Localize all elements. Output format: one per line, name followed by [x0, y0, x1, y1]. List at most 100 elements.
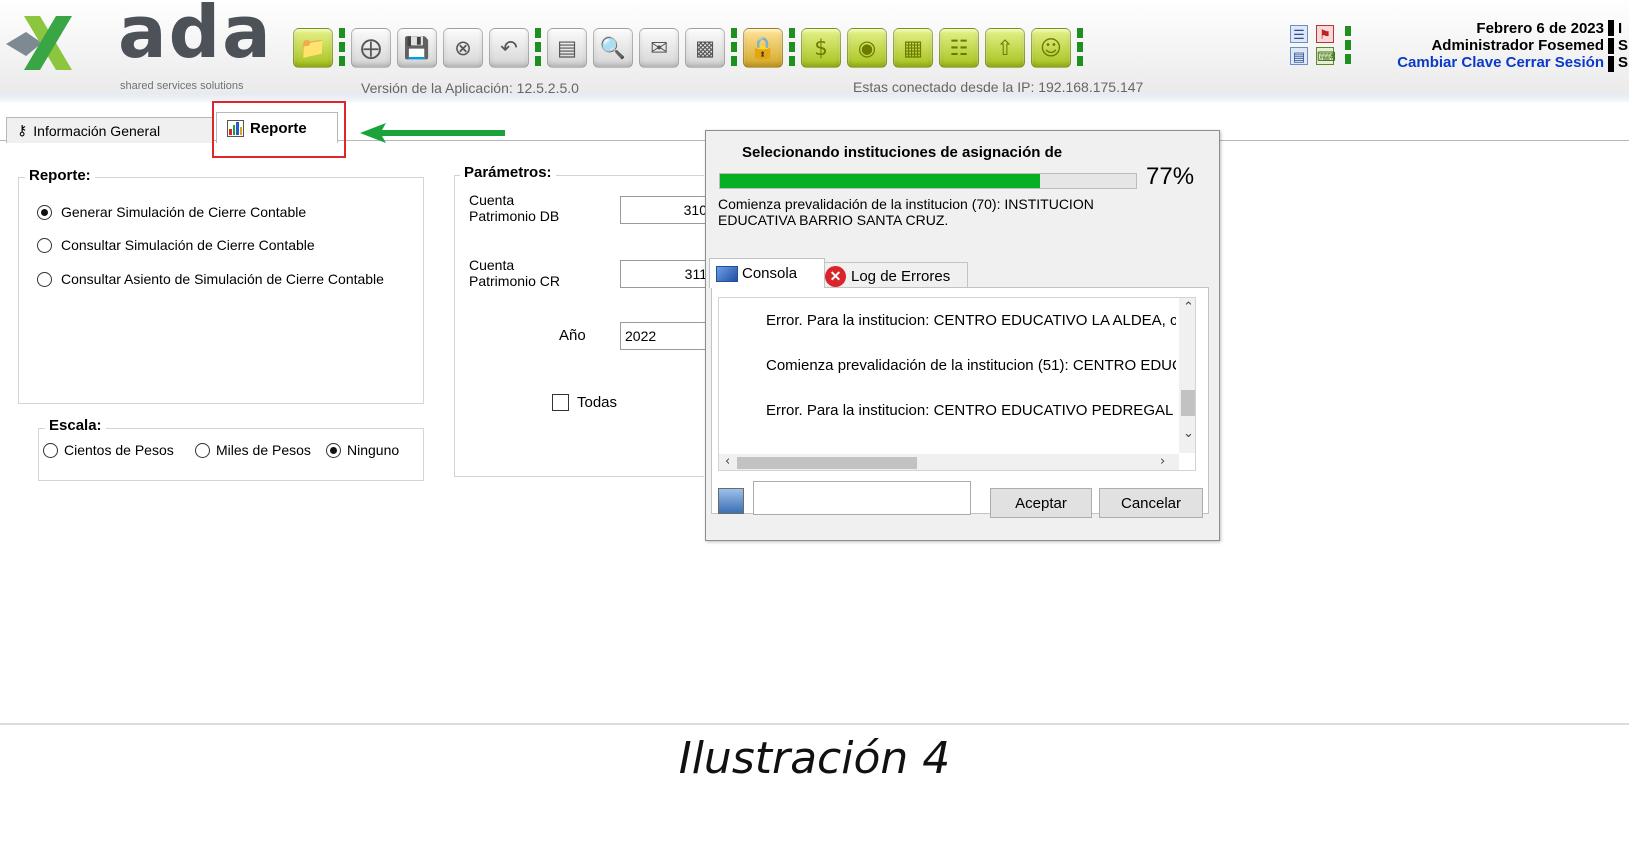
figure-caption: Ilustración 4 — [678, 733, 951, 784]
keyboard-icon[interactable]: ⌨ — [1316, 47, 1336, 65]
window-icon[interactable]: ▤ — [1290, 47, 1308, 65]
radio-label: Consultar Asiento de Simulación de Cierr… — [61, 271, 384, 287]
session-info: Febrero 6 de 2023 Administrador Fosemed … — [1360, 20, 1604, 71]
toolbar-separator — [339, 28, 345, 68]
tab-consola[interactable]: Consola — [709, 258, 825, 288]
tab-label: Log de Errores — [851, 267, 951, 285]
todas-checkbox-row[interactable]: Todas — [552, 394, 617, 411]
progress-dialog: Selecionando instituciones de asignación… — [705, 130, 1220, 541]
vertical-scroll-thumb[interactable] — [1181, 390, 1195, 416]
modules-icon[interactable]: ▦ — [893, 28, 933, 68]
scroll-right-icon[interactable]: › — [1160, 454, 1165, 469]
new-record-icon[interactable]: ⨁ — [351, 28, 391, 68]
toolbar-separator — [789, 28, 795, 68]
progress-bar — [719, 173, 1137, 189]
aceptar-button[interactable]: Aceptar — [990, 488, 1092, 518]
search-icon[interactable]: 🔍 — [593, 28, 633, 68]
save-log-icon[interactable] — [718, 488, 744, 514]
radio-label: Generar Simulación de Cierre Contable — [61, 204, 307, 220]
annotation-arrow — [360, 123, 505, 143]
horizontal-scroll-thumb[interactable] — [737, 457, 917, 469]
users-icon[interactable]: ☺ — [1031, 28, 1071, 68]
cuenta-cr-input[interactable]: 311 — [620, 260, 710, 288]
connection-ip: Estas conectado desde la IP: 192.168.175… — [853, 79, 1144, 95]
parametros-group: Parámetros: Cuenta Patrimonio DB 310 Cue… — [454, 164, 710, 477]
print-icon[interactable]: ▤ — [547, 28, 587, 68]
radio-button[interactable] — [37, 237, 52, 253]
dialog-title: Selecionando instituciones de asignación… — [742, 144, 1063, 165]
logo-tagline: shared services solutions — [120, 80, 244, 92]
progress-message: Comienza prevalidación de la institucion… — [718, 196, 1094, 228]
cancelar-button[interactable]: Cancelar — [1099, 488, 1203, 518]
anio-input[interactable]: 2022 — [620, 322, 710, 350]
radio-button[interactable] — [43, 442, 58, 458]
reporte-group: Reporte: Generar Simulación de Cierre Co… — [18, 167, 424, 404]
scroll-left-icon[interactable]: ‹ — [725, 454, 730, 469]
export-icon[interactable]: ✉ — [639, 28, 679, 68]
scroll-down-icon[interactable]: ⌄ — [1183, 426, 1194, 441]
tab-informacion-general[interactable]: ⚷ Información General — [6, 117, 214, 143]
tab-label: Información General — [33, 122, 161, 139]
parametros-legend: Parámetros: — [460, 164, 556, 181]
toolbar-separator — [1345, 26, 1351, 66]
radio-label: Cientos de Pesos — [64, 442, 174, 458]
undo-icon[interactable]: ↶ — [489, 28, 529, 68]
save-icon[interactable]: 💾 — [397, 28, 437, 68]
radio-button[interactable] — [195, 442, 210, 458]
wallet-icon[interactable]: ▩ — [685, 28, 725, 68]
anio-label: Año — [559, 327, 586, 344]
header-edge-bars — [1608, 20, 1616, 74]
radio-button[interactable] — [326, 442, 341, 458]
log-line: Comienza prevalidación de la institucion… — [766, 357, 1176, 374]
ada-logo-mark — [6, 16, 72, 70]
todas-label: Todas — [577, 394, 618, 411]
delete-icon[interactable]: ⊗ — [443, 28, 483, 68]
money-bag-icon[interactable]: $ — [801, 28, 841, 68]
header-edge-letters: I S S — [1618, 20, 1629, 71]
log-line: Error. Para la institucion: CENTRO EDUCA… — [766, 312, 1176, 329]
lock-icon[interactable]: 🔒 — [743, 28, 783, 68]
escala-group: Escala: Cientos de Pesos Miles de Pesos … — [38, 417, 424, 481]
cart-icon[interactable]: ☷ — [939, 28, 979, 68]
progress-percent: 77% — [1146, 163, 1195, 190]
console-panel: Error. Para la institucion: CENTRO EDUCA… — [711, 287, 1209, 514]
logout-link[interactable]: Cerrar Sesión — [1506, 54, 1604, 71]
radio-label: Consultar Simulación de Cierre Contable — [61, 237, 315, 253]
app-version: Versión de la Aplicación: 12.5.2.5.0 — [361, 80, 579, 96]
radio-label: Miles de Pesos — [216, 442, 311, 458]
change-password-link[interactable]: Cambiar Clave — [1397, 54, 1501, 71]
flag-icon[interactable]: ⚑ — [1316, 25, 1334, 43]
radio-button[interactable] — [37, 271, 52, 287]
session-user: Administrador Fosemed — [1431, 37, 1604, 54]
list-icon[interactable]: ☰ — [1290, 25, 1308, 43]
radio-ninguno[interactable]: Ninguno — [326, 439, 399, 461]
session-date: Febrero 6 de 2023 — [1476, 20, 1604, 37]
radio-consultar-simulacion[interactable]: Consultar Simulación de Cierre Contable — [37, 234, 315, 256]
tab-log-errores[interactable]: ✕ Log de Errores — [818, 262, 968, 289]
highlight-box — [212, 101, 346, 158]
radio-button[interactable] — [37, 204, 52, 220]
radio-cientos[interactable]: Cientos de Pesos — [43, 439, 174, 461]
radio-miles[interactable]: Miles de Pesos — [195, 439, 311, 461]
radio-generar-simulacion[interactable]: Generar Simulación de Cierre Contable — [37, 201, 306, 223]
console-log[interactable]: Error. Para la institucion: CENTRO EDUCA… — [718, 297, 1196, 471]
toolbar-separator — [535, 28, 541, 68]
session-links: Cambiar Clave Cerrar Sesión — [1360, 54, 1604, 71]
main-toolbar: 📁 ⨁ 💾 ⊗ ↶ ▤ 🔍 ✉ ▩ 🔒 $ ◉ ▦ ☷ ⇧ ☺ — [290, 22, 1086, 74]
reporte-legend: Reporte: — [25, 167, 95, 184]
log-line: Error. Para la institucion: CENTRO EDUCA… — [766, 402, 1174, 419]
progress-bar-fill — [720, 174, 1041, 188]
upload-icon[interactable]: ⇧ — [985, 28, 1025, 68]
error-icon: ✕ — [825, 265, 846, 287]
radio-consultar-asiento[interactable]: Consultar Asiento de Simulación de Cierr… — [37, 268, 384, 290]
open-folder-icon[interactable]: 📁 — [293, 28, 333, 68]
radio-label: Ninguno — [347, 442, 400, 458]
path-field[interactable] — [753, 481, 971, 515]
toolbar-separator — [731, 28, 737, 68]
cuenta-db-input[interactable]: 310 — [620, 196, 710, 224]
camera-icon[interactable]: ◉ — [847, 28, 887, 68]
tab-label: Consola — [742, 265, 798, 282]
scroll-up-icon[interactable]: ⌃ — [1183, 300, 1194, 315]
todas-checkbox[interactable] — [552, 394, 569, 411]
cuenta-cr-label: Cuenta Patrimonio CR — [469, 257, 561, 289]
